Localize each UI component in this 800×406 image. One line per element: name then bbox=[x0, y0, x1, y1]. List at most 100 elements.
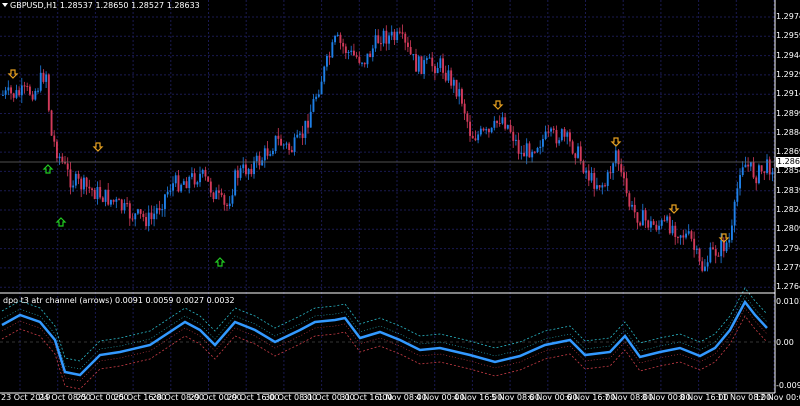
channel-inner-lower-line bbox=[1, 307, 768, 382]
candle-body bbox=[704, 266, 706, 271]
indicator-level-top: 0.0101 bbox=[776, 297, 800, 306]
candle-body bbox=[407, 42, 409, 47]
candle-body bbox=[515, 139, 517, 141]
candle-body bbox=[342, 42, 345, 47]
candle-body bbox=[382, 30, 385, 44]
candle-body bbox=[247, 168, 250, 175]
candle-body bbox=[625, 178, 628, 194]
candle-body bbox=[50, 110, 53, 136]
price-tick-label: 1.27940 bbox=[776, 243, 800, 253]
candle-body bbox=[80, 178, 83, 190]
candle-body bbox=[755, 177, 758, 184]
dpo-line bbox=[1, 299, 768, 377]
candle-body bbox=[644, 210, 647, 221]
triangle-down-icon[interactable] bbox=[2, 3, 8, 7]
candle-body bbox=[417, 56, 420, 72]
candle-body bbox=[601, 185, 604, 188]
price-tick-label: 1.27790 bbox=[776, 262, 800, 272]
candle-body bbox=[571, 141, 574, 154]
candle-body bbox=[29, 86, 31, 95]
candle-body bbox=[771, 172, 774, 175]
price-tick-label: 1.28840 bbox=[776, 127, 800, 137]
candle-body bbox=[366, 53, 369, 65]
candle-body bbox=[99, 187, 102, 198]
candle-body bbox=[45, 74, 48, 82]
candle-body bbox=[347, 51, 350, 53]
candle-body bbox=[293, 137, 296, 152]
candle-body bbox=[415, 54, 417, 72]
candle-body bbox=[731, 225, 733, 240]
candle-body bbox=[261, 160, 264, 166]
candle-body bbox=[471, 135, 474, 139]
candle-body bbox=[18, 90, 21, 96]
candle-body bbox=[728, 239, 731, 243]
candle-body bbox=[482, 128, 485, 131]
candle-body bbox=[520, 152, 523, 154]
indicator-title: dpo t3 atr channel (arrows) 0.0091 0.005… bbox=[3, 296, 235, 305]
candle-body bbox=[150, 212, 153, 220]
candle-body bbox=[639, 222, 642, 226]
candle-body bbox=[431, 57, 434, 67]
candle-body bbox=[655, 224, 658, 230]
candle-body bbox=[253, 161, 255, 175]
price-candles bbox=[2, 24, 774, 273]
candle-body bbox=[404, 33, 407, 43]
candle-body bbox=[736, 188, 739, 202]
candle-body bbox=[479, 128, 482, 135]
candle-body bbox=[444, 72, 447, 81]
candle-body bbox=[760, 165, 763, 172]
candle-body bbox=[290, 150, 293, 152]
candle-body bbox=[169, 190, 172, 192]
candle-body bbox=[574, 153, 577, 158]
candle-body bbox=[447, 70, 450, 81]
candle-body bbox=[493, 120, 496, 128]
candle-body bbox=[693, 238, 696, 250]
candle-body bbox=[547, 131, 550, 133]
candle-body bbox=[380, 43, 382, 45]
candle-body bbox=[558, 140, 561, 144]
candle-body bbox=[687, 231, 690, 234]
candle-body bbox=[172, 183, 174, 191]
candle-body bbox=[396, 31, 399, 40]
candle-body bbox=[266, 148, 269, 156]
candle-body bbox=[301, 133, 304, 138]
candle-body bbox=[274, 135, 277, 151]
price-tick-label: 1.28990 bbox=[776, 108, 800, 118]
candle-body bbox=[299, 133, 301, 135]
candle-body bbox=[242, 164, 245, 169]
candle-body bbox=[258, 155, 261, 166]
candle-body bbox=[272, 150, 274, 155]
price-tick-label: 1.28090 bbox=[776, 224, 800, 234]
candle-body bbox=[390, 31, 393, 36]
candle-body bbox=[128, 203, 131, 219]
candle-body bbox=[236, 170, 239, 178]
candle-body bbox=[277, 135, 280, 139]
candle-body bbox=[458, 89, 461, 97]
candle-body bbox=[312, 99, 315, 112]
candle-body bbox=[763, 171, 766, 173]
candle-body bbox=[358, 56, 361, 63]
candle-body bbox=[641, 210, 644, 226]
candle-body bbox=[436, 67, 439, 74]
candle-body bbox=[66, 163, 69, 170]
candle-body bbox=[220, 192, 223, 196]
price-tick-label: 1.29740 bbox=[776, 12, 800, 21]
price-tick-label: 1.29140 bbox=[776, 89, 800, 99]
candle-body bbox=[139, 209, 142, 214]
candle-body bbox=[587, 170, 590, 181]
candle-body bbox=[304, 120, 307, 138]
candle-body bbox=[663, 220, 666, 222]
signal-arrows bbox=[7, 69, 730, 267]
price-tick-label: 1.29440 bbox=[776, 50, 800, 60]
candle-body bbox=[56, 141, 58, 159]
candle-body bbox=[609, 172, 612, 174]
candle-body bbox=[350, 50, 353, 52]
candle-body bbox=[490, 127, 493, 133]
candle-body bbox=[26, 86, 29, 88]
candle-body bbox=[191, 173, 193, 177]
candle-body bbox=[91, 188, 93, 190]
chart-canvas[interactable] bbox=[0, 0, 800, 406]
candle-body bbox=[498, 122, 501, 124]
candle-body bbox=[631, 204, 633, 207]
candle-body bbox=[593, 172, 596, 189]
